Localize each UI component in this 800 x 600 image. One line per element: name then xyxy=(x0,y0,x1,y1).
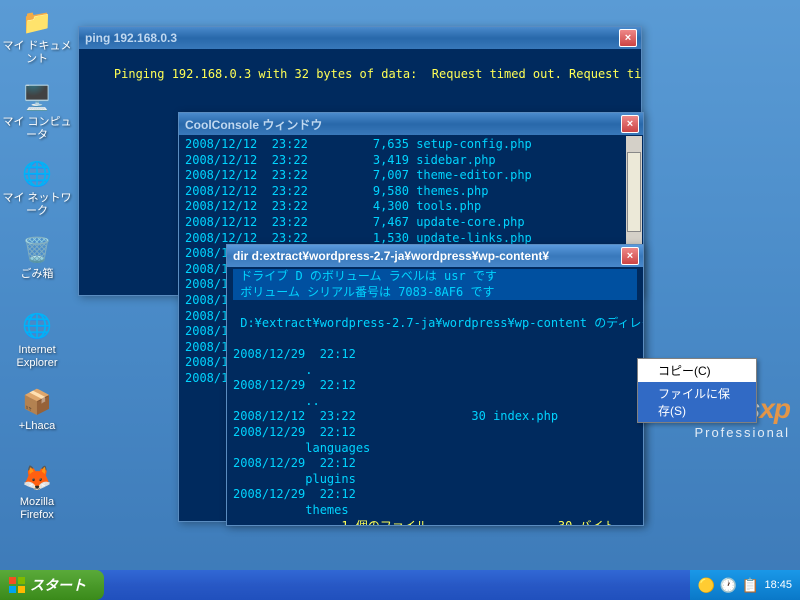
tray-icon[interactable]: 🟡 xyxy=(698,577,714,593)
context-menu-item[interactable]: ファイルに保存(S) xyxy=(638,382,756,422)
icon-label: ごみ箱 xyxy=(2,268,72,281)
desktop-icon[interactable]: 📁マイ ドキュメント xyxy=(2,6,72,66)
tray-icon[interactable]: 🕐 xyxy=(720,577,736,593)
app-icon: 🗑️ xyxy=(21,234,53,266)
dir-titlebar[interactable]: dir d:extract¥wordpress-2.7-ja¥wordpress… xyxy=(227,245,643,267)
ping-title: ping 192.168.0.3 xyxy=(85,31,177,45)
app-icon: 🖥️ xyxy=(21,82,53,114)
app-icon: 🦊 xyxy=(21,462,53,494)
app-icon: 🌐 xyxy=(21,310,53,342)
start-label: スタート xyxy=(30,575,86,595)
app-icon: 📁 xyxy=(21,6,53,38)
coolconsole-titlebar[interactable]: CoolConsole ウィンドウ × xyxy=(179,113,643,135)
context-menu-item[interactable]: コピー(C) xyxy=(638,359,756,382)
close-icon[interactable]: × xyxy=(621,115,639,133)
icon-label: マイ ドキュメント xyxy=(2,40,72,66)
app-icon: 📦 xyxy=(21,386,53,418)
start-button[interactable]: スタート xyxy=(0,570,104,600)
ping-titlebar[interactable]: ping 192.168.0.3 × xyxy=(79,27,641,49)
icon-label: +Lhaca xyxy=(2,420,72,433)
icon-label: マイ コンピュータ xyxy=(2,116,72,142)
desktop-icon[interactable]: 🌐Internet Explorer xyxy=(2,310,72,370)
dir-output: ドライブ D のボリューム ラベルは usr です ボリューム シリアル番号は … xyxy=(227,267,643,525)
taskbar: スタート 🟡 🕐 📋 18:45 xyxy=(0,570,800,600)
dir-window[interactable]: dir d:extract¥wordpress-2.7-ja¥wordpress… xyxy=(226,244,644,526)
desktop-icon[interactable]: 🌐マイ ネットワーク xyxy=(2,158,72,218)
desktop-icon[interactable]: 🦊Mozilla Firefox xyxy=(2,462,72,522)
desktop-icon[interactable]: 📦 +Lhaca xyxy=(2,386,72,433)
scrollbar-thumb[interactable] xyxy=(627,152,641,232)
desktop-icon[interactable]: 🖥️マイ コンピュータ xyxy=(2,82,72,142)
context-menu: コピー(C)ファイルに保存(S) xyxy=(637,358,757,423)
tray-icon[interactable]: 📋 xyxy=(742,577,758,593)
icon-label: Mozilla Firefox xyxy=(2,496,72,522)
icon-label: Internet Explorer xyxy=(2,344,72,370)
close-icon[interactable]: × xyxy=(621,247,639,265)
coolconsole-title: CoolConsole ウィンドウ xyxy=(185,116,322,133)
close-icon[interactable]: × xyxy=(619,29,637,47)
app-icon: 🌐 xyxy=(21,158,53,190)
system-tray: 🟡 🕐 📋 18:45 xyxy=(690,570,800,600)
dir-title: dir d:extract¥wordpress-2.7-ja¥wordpress… xyxy=(233,249,549,263)
desktop-icon[interactable]: 🗑️ ごみ箱 xyxy=(2,234,72,281)
clock[interactable]: 18:45 xyxy=(764,579,792,591)
windows-logo-icon xyxy=(8,576,26,594)
icon-label: マイ ネットワーク xyxy=(2,192,72,218)
